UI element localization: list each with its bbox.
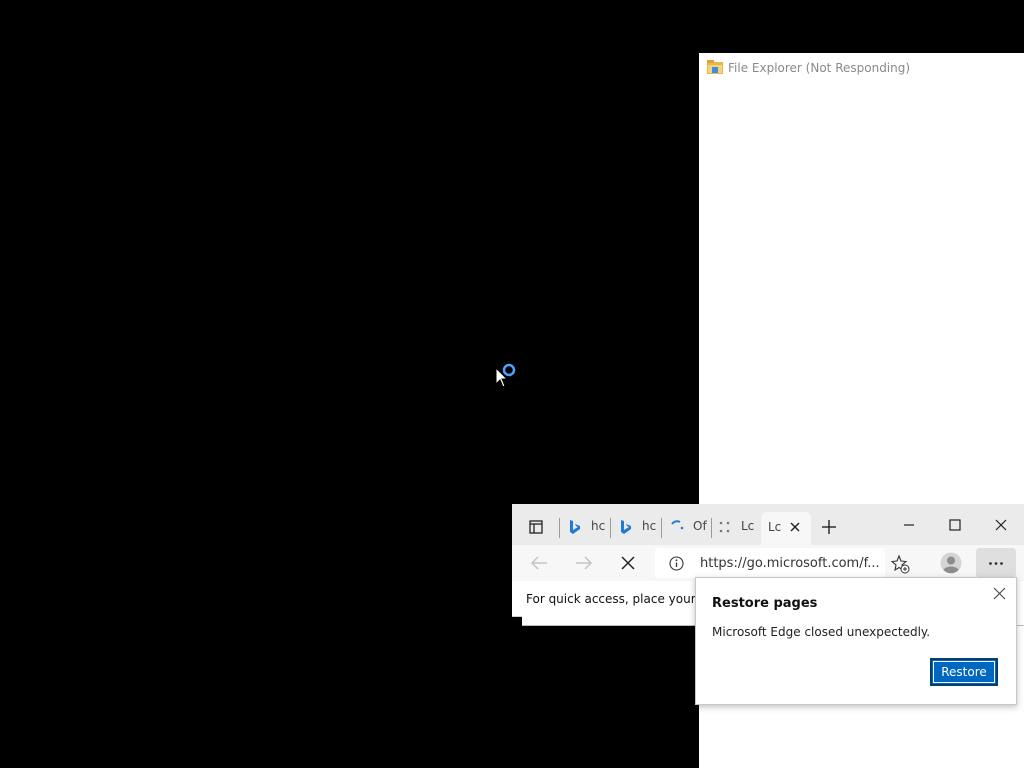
dialog-title: Restore pages: [712, 596, 818, 611]
add-favorite-icon[interactable]: [890, 554, 910, 574]
maximize-icon[interactable]: [948, 518, 962, 532]
loading-icon: [671, 520, 684, 530]
restore-button[interactable]: Restore: [930, 658, 998, 686]
tab-separator: [610, 518, 611, 538]
tab-label: hc: [591, 519, 606, 533]
address-bar[interactable]: https://go.microsoft.com/f...: [655, 548, 885, 578]
tab-4[interactable]: Lc: [718, 516, 758, 540]
tab-separator: [711, 518, 712, 538]
tab-1[interactable]: hc: [568, 516, 608, 540]
close-window-icon[interactable]: [994, 518, 1008, 532]
file-explorer-title: File Explorer (Not Responding): [728, 61, 911, 75]
tab-separator: [559, 518, 560, 538]
info-icon[interactable]: [669, 556, 684, 571]
tab-label: Lc: [768, 520, 782, 534]
tab-2[interactable]: hc: [619, 516, 659, 540]
favorites-bar-hint: For quick access, place your fav: [526, 592, 719, 606]
tab-label: Lc: [741, 519, 755, 533]
new-tab-icon[interactable]: [821, 519, 837, 535]
bing-icon: [621, 520, 631, 534]
restore-pages-dialog: Restore pages Microsoft Edge closed unex…: [695, 577, 1017, 705]
folder-icon: [707, 60, 723, 74]
dialog-message: Microsoft Edge closed unexpectedly.: [712, 625, 931, 639]
loading-icon: [719, 521, 730, 533]
tab-separator: [661, 518, 662, 538]
tab-label: Of: [693, 519, 707, 533]
address-url[interactable]: https://go.microsoft.com/f...: [700, 556, 880, 571]
forward-icon[interactable]: [575, 555, 593, 571]
profile-avatar-icon[interactable]: [940, 552, 962, 574]
navigation-toolbar: https://go.microsoft.com/f...: [512, 545, 1024, 581]
stop-loading-icon[interactable]: [621, 556, 635, 570]
settings-and-more-button[interactable]: [976, 548, 1016, 578]
more-icon: [989, 562, 1003, 565]
close-icon[interactable]: [993, 587, 1006, 600]
tab-actions-icon[interactable]: [529, 520, 543, 534]
tab-active[interactable]: Lc: [761, 512, 811, 545]
back-icon[interactable]: [530, 555, 548, 571]
tab-3[interactable]: Of: [670, 516, 710, 540]
file-explorer-titlebar[interactable]: File Explorer (Not Responding): [699, 53, 1024, 83]
busy-cursor-icon: [495, 363, 516, 388]
tab-label: hc: [642, 519, 657, 533]
minimize-icon[interactable]: [902, 518, 916, 532]
bing-icon: [570, 520, 580, 534]
close-tab-icon[interactable]: [788, 520, 802, 534]
tab-strip: hc hc Of Lc Lc: [512, 504, 1024, 545]
